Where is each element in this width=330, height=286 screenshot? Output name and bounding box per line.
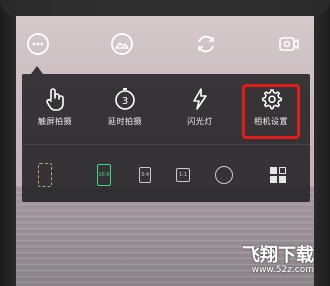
touch-shoot-label: 触屏拍摄 [38, 117, 72, 126]
ratio-1-1-label: 1:1 [178, 172, 188, 178]
phone-notch [0, 0, 330, 16]
timer-value: 3 [122, 96, 128, 107]
flash-label: 闪光灯 [187, 117, 213, 126]
timer-icon: 3 [112, 86, 138, 112]
panel-caret [31, 66, 43, 74]
ratio-circle-icon [215, 166, 233, 184]
ratio-3-4-option[interactable]: 3:4 [136, 164, 154, 186]
ratio-1-1-box: 1:1 [176, 168, 190, 182]
camera-settings-highlight [242, 84, 300, 139]
watermark-url: www.52z.com [251, 265, 314, 275]
settings-share-icon[interactable] [276, 32, 300, 56]
ratio-circle-option[interactable] [214, 164, 234, 186]
ratio-16-9-option[interactable]: 16:9 [94, 164, 114, 186]
rotate-camera-icon[interactable] [194, 32, 218, 56]
flash-option[interactable]: 闪光灯 [170, 86, 230, 134]
more-icon[interactable] [26, 32, 50, 56]
flash-icon [187, 86, 213, 112]
ratio-grid-icon [270, 167, 286, 183]
panel-divider [22, 144, 310, 145]
touch-shoot-option[interactable]: 触屏拍摄 [25, 86, 85, 134]
timer-shoot-label: 延时拍摄 [108, 117, 142, 126]
ratio-3-4-box: 3:4 [139, 167, 151, 183]
site-watermark: 飞翔下载 www.52z.com [204, 238, 314, 278]
watermark-title: 飞翔下载 [242, 245, 314, 266]
ratio-full-icon [38, 163, 52, 187]
ratio-16-9-label: 16:9 [98, 172, 110, 178]
gallery-icon[interactable] [110, 32, 134, 56]
ratio-full-option[interactable] [36, 163, 54, 187]
aspect-ratio-row: 16:9 3:4 1:1 [22, 152, 310, 196]
camera-toolbar [16, 26, 314, 60]
touch-icon [42, 86, 68, 112]
ratio-grid-option[interactable] [268, 164, 288, 186]
ratio-16-9-box: 16:9 [97, 164, 111, 186]
ratio-1-1-option[interactable]: 1:1 [174, 164, 192, 186]
timer-shoot-option[interactable]: 3 延时拍摄 [95, 86, 155, 134]
phone-bezel-right [314, 0, 330, 286]
phone-bezel-left [0, 0, 16, 286]
ratio-3-4-label: 3:4 [140, 172, 150, 178]
